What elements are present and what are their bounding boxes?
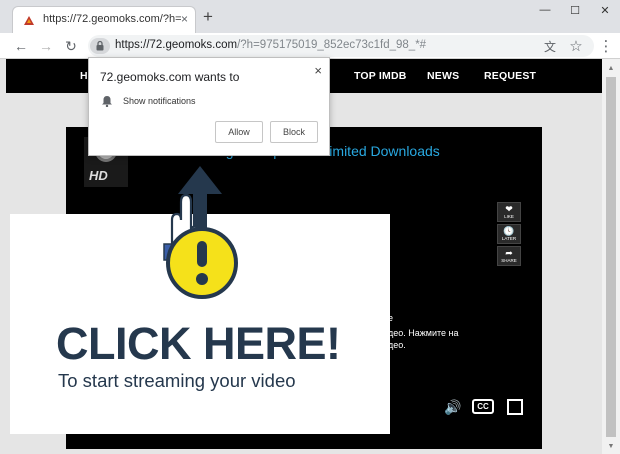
fullscreen-icon[interactable] xyxy=(507,399,523,415)
maximize-button[interactable]: ☐ xyxy=(560,0,590,20)
watch-later-button[interactable]: 🕓 LATER xyxy=(497,224,521,244)
url-path: /?h=975175019_852ec73c1fd_98_*# xyxy=(237,39,427,51)
nav-item-news[interactable]: NEWS xyxy=(427,70,459,82)
page-scrollbar[interactable]: ▲ ▼ xyxy=(602,59,620,454)
popup-title: 72.geomoks.com wants to xyxy=(100,70,240,84)
share-icon: ➦ xyxy=(505,248,513,258)
like-label: LIKE xyxy=(504,214,514,219)
url-host: https://72.geomoks.com xyxy=(115,39,238,51)
volume-icon[interactable]: 🔊 xyxy=(443,399,463,415)
ad-subtext[interactable]: To start streaming your video xyxy=(58,370,296,392)
forward-button[interactable]: → xyxy=(37,37,55,55)
block-button[interactable]: Block xyxy=(270,121,318,143)
later-label: LATER xyxy=(501,236,517,241)
site-favicon-icon xyxy=(24,16,34,25)
lock-icon xyxy=(96,40,104,51)
nav-item-top-imdb[interactable]: TOP IMDB xyxy=(354,70,407,82)
player-message-line-3: део. xyxy=(388,340,406,350)
address-bar[interactable]: https://72.geomoks.com/?h=975175019_852e… xyxy=(88,35,594,57)
new-tab-button[interactable]: + xyxy=(203,8,213,25)
share-label: SHARE xyxy=(501,258,517,263)
warning-icon xyxy=(166,227,238,299)
minimize-button[interactable]: — xyxy=(530,0,560,20)
url-text: https://72.geomoks.com/?h=975175019_852e… xyxy=(115,39,426,51)
tab-close-icon[interactable]: × xyxy=(181,12,188,26)
translate-icon[interactable]: 文 xyxy=(542,38,558,54)
permission-request-text: Show notifications xyxy=(123,96,196,106)
notification-permission-popup: 72.geomoks.com wants to × Show notificat… xyxy=(88,57,330,156)
heart-icon: ❤ xyxy=(505,204,513,214)
reload-button[interactable]: ↻ xyxy=(62,37,80,55)
scroll-thumb[interactable] xyxy=(606,77,616,437)
popup-close-icon[interactable]: × xyxy=(314,63,322,78)
clock-icon: 🕓 xyxy=(503,226,515,236)
bell-icon xyxy=(102,96,112,107)
share-button[interactable]: ➦ SHARE xyxy=(497,246,521,266)
scroll-up-arrow-icon[interactable]: ▲ xyxy=(602,61,620,75)
browser-menu-icon[interactable]: ⋮ xyxy=(597,37,615,55)
browser-tab[interactable]: https://72.geomoks.com/?h=975 × xyxy=(12,6,196,33)
hd-logo-text: HD xyxy=(89,168,108,183)
tab-title: https://72.geomoks.com/?h=975 xyxy=(43,13,181,25)
ad-headline[interactable]: CLICK HERE! xyxy=(56,318,341,370)
closed-captions-button[interactable]: CC xyxy=(472,399,494,414)
scroll-down-arrow-icon[interactable]: ▼ xyxy=(602,439,620,453)
tab-strip: https://72.geomoks.com/?h=975 × + — ☐ ✕ xyxy=(0,0,620,33)
window-close-button[interactable]: ✕ xyxy=(590,0,620,20)
back-button[interactable]: ← xyxy=(12,37,30,55)
nav-item-request[interactable]: REQUEST xyxy=(484,70,536,82)
site-info-button[interactable] xyxy=(90,38,110,54)
player-message-line-2: део. Нажмите на xyxy=(388,328,459,338)
like-button[interactable]: ❤ LIKE xyxy=(497,202,521,222)
browser-toolbar: ← → ↻ https://72.geomoks.com/?h=97517501… xyxy=(0,33,620,59)
allow-button[interactable]: Allow xyxy=(215,121,263,143)
bookmark-star-icon[interactable]: ☆ xyxy=(568,38,584,55)
